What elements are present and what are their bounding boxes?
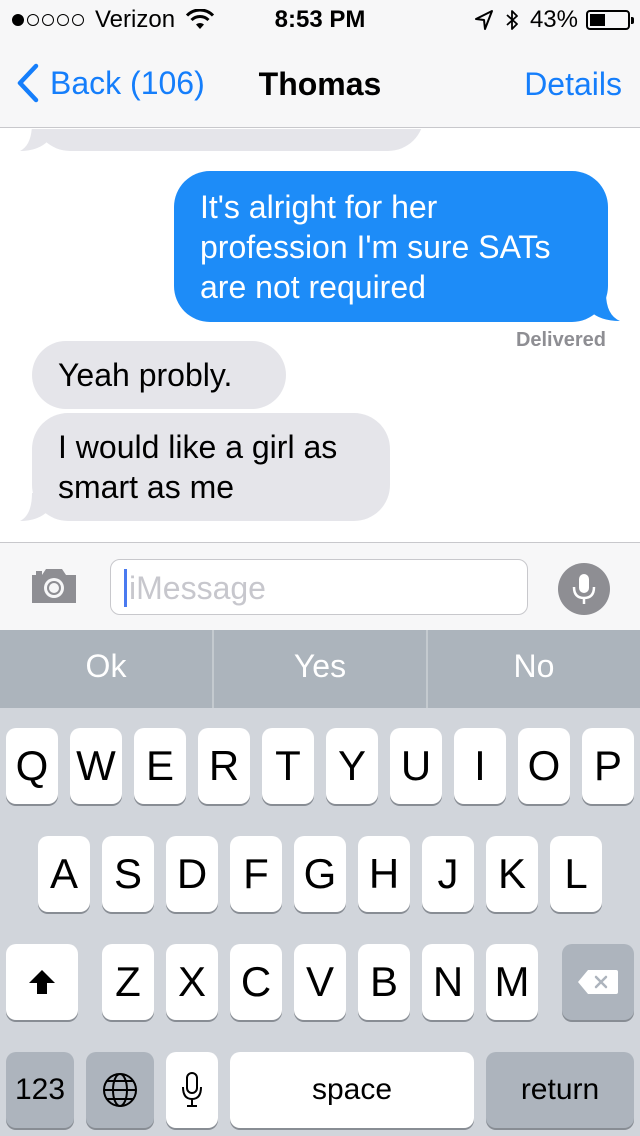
bubble-tail xyxy=(590,293,620,321)
compose-bar: iMessage xyxy=(0,542,640,630)
return-key[interactable]: return xyxy=(486,1052,634,1128)
navigation-bar: Back (106) Thomas Details xyxy=(0,40,640,128)
dictation-button[interactable] xyxy=(558,563,610,615)
backspace-icon xyxy=(578,970,618,994)
message-bubble-outgoing[interactable]: It's alright for her profession I'm sure… xyxy=(174,171,608,322)
keyboard: Q W E R T Y U I O P A S D F G H J K L Z … xyxy=(0,708,640,1136)
message-thread[interactable]: It's alright for her profession I'm sure… xyxy=(0,129,640,541)
message-line: smart as me xyxy=(58,469,235,505)
key-x[interactable]: X xyxy=(166,944,218,1020)
key-m[interactable]: M xyxy=(486,944,538,1020)
message-line: Yeah probly. xyxy=(58,357,233,393)
key-p[interactable]: P xyxy=(582,728,634,804)
delete-key[interactable] xyxy=(562,944,634,1020)
microphone-icon xyxy=(182,1072,202,1107)
key-b[interactable]: B xyxy=(358,944,410,1020)
location-arrow-icon xyxy=(474,10,493,30)
key-j[interactable]: J xyxy=(422,836,474,912)
status-right: 43% xyxy=(474,6,634,34)
status-bar: Verizon 8:53 PM 43% xyxy=(0,0,640,40)
key-w[interactable]: W xyxy=(70,728,122,804)
microphone-icon xyxy=(572,574,596,604)
globe-icon xyxy=(103,1073,137,1107)
details-button[interactable]: Details xyxy=(524,66,622,103)
message-line: It's alright for her xyxy=(200,189,438,225)
message-input[interactable]: iMessage xyxy=(110,559,528,615)
battery-percentage: 43% xyxy=(529,6,578,33)
delivered-status: Delivered xyxy=(515,329,606,351)
message-bubble-incoming[interactable]: Yeah probly. xyxy=(32,341,286,409)
key-l[interactable]: L xyxy=(550,836,602,912)
camera-icon[interactable] xyxy=(28,565,80,607)
key-i[interactable]: I xyxy=(454,728,506,804)
text-caret xyxy=(124,569,127,607)
dictation-key[interactable] xyxy=(166,1052,218,1128)
suggestion-ok[interactable]: Ok xyxy=(0,630,214,708)
message-input-placeholder: iMessage xyxy=(129,570,266,606)
key-q[interactable]: Q xyxy=(6,728,58,804)
shift-key[interactable] xyxy=(6,944,78,1020)
suggestion-no[interactable]: No xyxy=(428,630,640,708)
message-bubble-incoming[interactable] xyxy=(34,129,424,151)
key-t[interactable]: T xyxy=(262,728,314,804)
suggestion-yes[interactable]: Yes xyxy=(214,630,428,708)
message-line: profession I'm sure SATs xyxy=(200,229,551,265)
key-h[interactable]: H xyxy=(358,836,410,912)
key-s[interactable]: S xyxy=(102,836,154,912)
globe-key[interactable] xyxy=(86,1052,154,1128)
shift-arrow-icon xyxy=(29,970,55,994)
key-u[interactable]: U xyxy=(390,728,442,804)
key-k[interactable]: K xyxy=(486,836,538,912)
key-c[interactable]: C xyxy=(230,944,282,1020)
key-e[interactable]: E xyxy=(134,728,186,804)
key-r[interactable]: R xyxy=(198,728,250,804)
message-bubble-incoming[interactable]: I would like a girl as smart as me xyxy=(32,413,390,521)
numbers-key[interactable]: 123 xyxy=(6,1052,74,1128)
key-z[interactable]: Z xyxy=(102,944,154,1020)
battery-level xyxy=(590,14,606,26)
key-d[interactable]: D xyxy=(166,836,218,912)
message-line: I would like a girl as xyxy=(58,429,338,465)
battery-icon xyxy=(586,10,634,30)
key-y[interactable]: Y xyxy=(326,728,378,804)
space-key[interactable]: space xyxy=(230,1052,474,1128)
message-line: are not required xyxy=(200,269,426,305)
key-a[interactable]: A xyxy=(38,836,90,912)
predictive-text-bar: Ok Yes No xyxy=(0,630,640,708)
key-v[interactable]: V xyxy=(294,944,346,1020)
key-g[interactable]: G xyxy=(294,836,346,912)
key-o[interactable]: O xyxy=(518,728,570,804)
key-f[interactable]: F xyxy=(230,836,282,912)
key-n[interactable]: N xyxy=(422,944,474,1020)
bluetooth-icon xyxy=(506,10,518,30)
